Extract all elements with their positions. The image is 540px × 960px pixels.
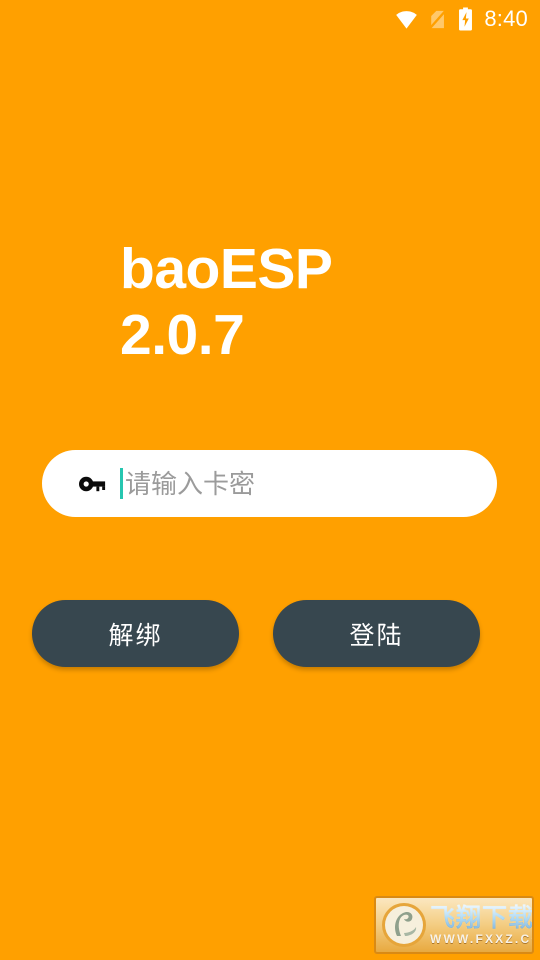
card-key-placeholder: 请输入卡密 — [125, 468, 256, 499]
key-icon — [79, 476, 106, 491]
app-title-block: baoESP 2.0.7 — [120, 236, 500, 368]
battery-charging-icon — [459, 7, 473, 31]
watermark-site-url: WWW.FXXZ.COM — [430, 932, 532, 946]
status-bar: 8:40 — [0, 0, 540, 38]
app-name: baoESP — [120, 237, 333, 301]
action-button-row: 解绑 登陆 — [32, 600, 480, 667]
app-version: 2.0.7 — [120, 303, 245, 367]
card-key-input[interactable]: 请输入卡密 — [42, 450, 497, 517]
status-bar-clock: 8:40 — [484, 5, 528, 31]
watermark: 飞翔下载 WWW.FXXZ.COM — [374, 896, 534, 954]
login-button[interactable]: 登陆 — [273, 600, 480, 667]
watermark-site-name: 飞翔下载 — [430, 904, 532, 932]
wifi-icon — [396, 10, 418, 29]
no-sim-card-icon — [429, 9, 447, 29]
text-cursor — [120, 468, 123, 499]
fxxz-bird-logo-icon — [382, 903, 426, 947]
watermark-text-block: 飞翔下载 WWW.FXXZ.COM — [430, 904, 532, 946]
unbind-button[interactable]: 解绑 — [32, 600, 239, 667]
